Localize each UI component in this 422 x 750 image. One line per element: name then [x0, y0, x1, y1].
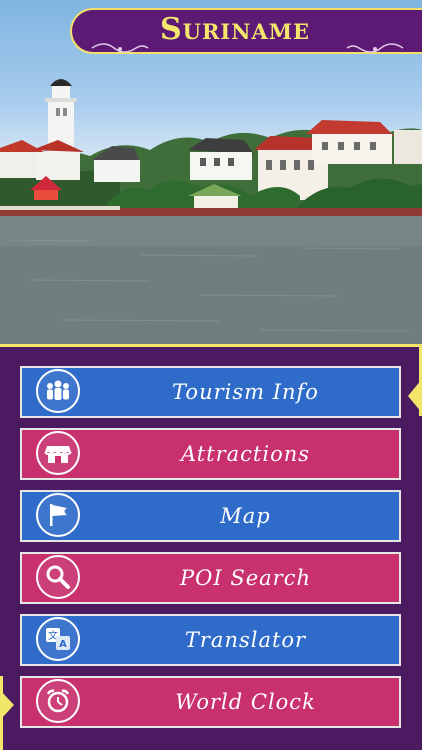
menu-item-label: Attractions	[180, 442, 311, 466]
alarm-clock-icon	[36, 679, 80, 723]
menu-item-label: Translator	[184, 628, 307, 652]
menu-item-label: World Clock	[175, 690, 316, 714]
people-group-icon	[36, 369, 80, 413]
menu-item-poi-search[interactable]: POI Search	[20, 552, 401, 604]
svg-text:A: A	[59, 639, 67, 650]
flag-icon	[36, 493, 80, 537]
storefront-icon	[36, 431, 80, 475]
menu-item-label: POI Search	[180, 566, 311, 590]
menu-item-world-clock[interactable]: World Clock	[20, 676, 401, 728]
menu-item-label: Map	[220, 504, 271, 528]
menu-item-tourism-info[interactable]: Tourism Info	[20, 366, 401, 418]
right-flourish-icon	[346, 43, 404, 53]
side-edge	[0, 676, 3, 750]
translate-icon: 文 A	[36, 617, 80, 661]
menu-item-label: Tourism Info	[172, 380, 319, 404]
left-flourish-icon	[91, 43, 149, 53]
menu-item-translator[interactable]: 文 A Translator	[20, 614, 401, 666]
menu-item-map[interactable]: Map	[20, 490, 401, 542]
menu-item-attractions[interactable]: Attractions	[20, 428, 401, 480]
magnifier-icon	[36, 555, 80, 599]
